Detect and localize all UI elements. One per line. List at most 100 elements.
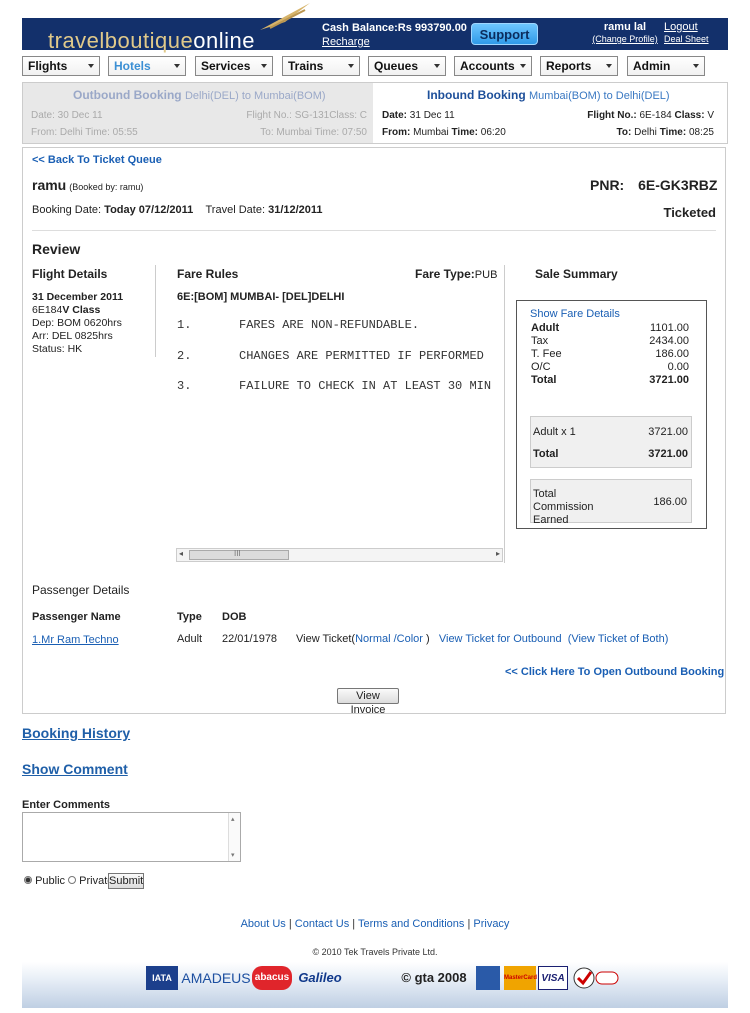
nav-admin[interactable]: Admin [627, 56, 705, 76]
nav-queues[interactable]: Queues [368, 56, 446, 76]
scroll-down-icon[interactable]: ▾ [231, 851, 235, 859]
rule-text: CHANGES ARE PERMITTED IF PERFORMED [239, 349, 484, 363]
fare-rule-1: 1. FARES ARE NON-REFUNDABLE. [177, 318, 419, 332]
vertical-scrollbar[interactable]: ▴ ▾ [228, 813, 240, 861]
total-value: 3721.00 [648, 448, 688, 460]
scroll-right-icon[interactable]: ▸ [496, 549, 500, 558]
about-link[interactable]: About Us [241, 918, 286, 930]
flight-details: 31 December 2011 6E184V Class Dep: BOM 0… [32, 291, 123, 356]
fare-label: T. Fee [531, 348, 562, 360]
scroll-up-icon[interactable]: ▴ [231, 815, 235, 823]
color-ticket-link[interactable]: /Color [394, 633, 423, 645]
flight-label: Flight No.: [587, 110, 637, 121]
chevron-down-icon [88, 64, 94, 68]
deal-sheet-link[interactable]: Deal Sheet [664, 33, 709, 45]
outbound-flight: Flight No.: SG-131Class: C [246, 110, 367, 121]
outbound-route: Delhi(DEL) to Mumbai(BOM) [184, 90, 326, 102]
from-value: Mumbai [413, 127, 449, 138]
logo-swoosh-icon [260, 3, 310, 30]
sale-summary-heading: Sale Summary [535, 267, 618, 281]
view-both-ticket-link[interactable]: (View Ticket of Both) [568, 633, 669, 645]
review-heading: Review [32, 241, 81, 257]
private-radio[interactable] [68, 876, 77, 884]
public-radio[interactable] [24, 876, 32, 884]
outbound-date: Date: 30 Dec 11 [31, 110, 103, 121]
recharge-link[interactable]: Recharge [322, 36, 370, 48]
travel-date-value: 31/12/2011 [268, 204, 323, 216]
user-info: ramu lal (Change Profile) [580, 21, 670, 45]
commission-value: 186.00 [653, 496, 687, 508]
fare-rule-2: 2. CHANGES ARE PERMITTED IF PERFORMED [177, 349, 484, 363]
nav-services[interactable]: Services [195, 56, 273, 76]
fare-value: 0.00 [667, 361, 689, 373]
nav-trains[interactable]: Trains [282, 56, 360, 76]
fare-label: Total [531, 374, 557, 386]
comment-textarea[interactable]: ▴ ▾ [22, 812, 241, 862]
adult-count-value: 3721.00 [648, 426, 688, 438]
rule-text: FAILURE TO CHECK IN AT LEAST 30 MIN [239, 379, 492, 393]
to-time-label: Time: [659, 127, 687, 138]
to-time-value: 08:25 [688, 127, 714, 138]
back-to-queue-link[interactable]: << Back To Ticket Queue [32, 154, 162, 166]
change-profile-link[interactable]: (Change Profile) [592, 34, 658, 44]
class-value: V [707, 110, 714, 121]
visibility-options: Public Private [24, 875, 113, 887]
nav-label: Accounts [460, 59, 515, 73]
nav-accounts[interactable]: Accounts [454, 56, 532, 76]
separator: | [352, 918, 356, 930]
flight-status: Status: HK [32, 343, 83, 355]
nav-label: Hotels [114, 59, 151, 73]
flight-dep: Dep: BOM 0620hrs [32, 317, 122, 329]
open-outbound-booking-link[interactable]: << Click Here To Open Outbound Booking [505, 666, 724, 678]
adult-count-label: Adult x 1 [533, 426, 576, 438]
booking-dates: Booking Date: Today 07/12/2011 Travel Da… [32, 204, 323, 216]
outbound-to: To: Mumbai Time: 07:50 [260, 127, 367, 138]
adult-count-row: Adult x 1 3721.00 [533, 426, 688, 438]
scroll-thumb[interactable]: III [189, 549, 289, 560]
footer-links: About Us | Contact Us | Terms and Condit… [0, 918, 750, 930]
passenger-dob: 22/01/1978 [222, 633, 278, 645]
nav-hotels[interactable]: Hotels [108, 56, 186, 76]
booking-history-link[interactable]: Booking History [22, 725, 130, 741]
show-comment-link[interactable]: Show Comment [22, 761, 128, 777]
fare-row-tfee: T. Fee 186.00 [531, 348, 689, 360]
contact-link[interactable]: Contact Us [295, 918, 349, 930]
view-outbound-ticket-link[interactable]: View Ticket for Outbound [439, 633, 562, 645]
normal-ticket-link[interactable]: Normal [355, 633, 390, 645]
galileo-logo: Galileo [298, 970, 342, 985]
horizontal-scrollbar[interactable]: ◂ III ▸ [176, 548, 503, 562]
logo-travel: travelboutique [48, 28, 194, 53]
passenger-name-link[interactable]: 1.Mr Ram Techno [32, 634, 119, 646]
visa-logo: VISA [538, 966, 568, 990]
logo[interactable]: travelboutiqueonline [48, 28, 255, 54]
flight-class: V Class [62, 304, 101, 316]
divider [32, 230, 716, 231]
fare-value: 2434.00 [649, 335, 689, 347]
booker-info: ramu (Booked by: ramu) [32, 177, 143, 193]
support-button[interactable]: Support [471, 23, 538, 45]
view-invoice-button[interactable]: View Invoice [337, 688, 399, 716]
fare-label: Adult [531, 322, 560, 334]
submit-button[interactable]: Submit [108, 873, 144, 889]
abacus-logo: abacus [252, 966, 292, 990]
booker-name: ramu [32, 177, 67, 193]
nav-flights[interactable]: Flights [22, 56, 100, 76]
show-fare-details-link[interactable]: Show Fare Details [530, 308, 620, 320]
nav-label: Queues [374, 59, 419, 73]
logout-link[interactable]: Logout [664, 21, 709, 33]
fare-label: O/C [531, 361, 551, 373]
privacy-link[interactable]: Privacy [473, 918, 509, 930]
outbound-panel[interactable]: Outbound Booking Delhi(DEL) to Mumbai(BO… [23, 83, 373, 143]
fare-type-label: Fare Type: [415, 267, 475, 281]
flight-number: 6E184 [32, 304, 63, 316]
copyright: © 2010 Tek Travels Private Ltd. [312, 947, 438, 957]
flight-arr: Arr: DEL 0825hrs [32, 330, 113, 342]
nav-reports[interactable]: Reports [540, 56, 618, 76]
public-label: Public [35, 875, 66, 887]
logout-block: Logout Deal Sheet [664, 21, 709, 45]
terms-link[interactable]: Terms and Conditions [358, 918, 464, 930]
fare-rule-3: 3. FAILURE TO CHECK IN AT LEAST 30 MIN [177, 379, 491, 393]
fare-rules-list[interactable]: 1. FARES ARE NON-REFUNDABLE. 2. CHANGES AR… [177, 318, 504, 540]
fare-value: 1101.00 [650, 322, 689, 334]
scroll-left-icon[interactable]: ◂ [179, 549, 183, 558]
